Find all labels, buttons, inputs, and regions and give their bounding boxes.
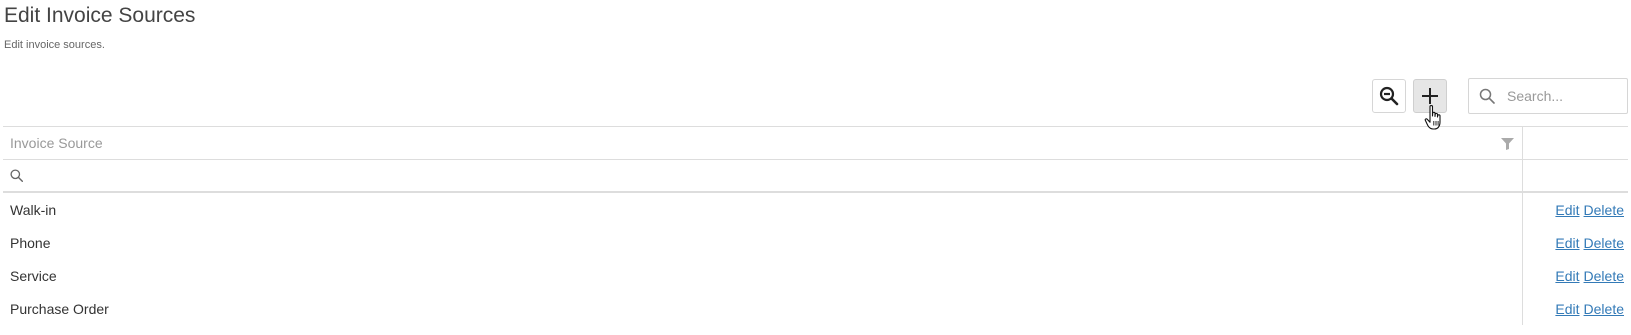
row-actions: Edit Delete	[1523, 259, 1628, 292]
search-input[interactable]	[1505, 87, 1619, 105]
grid-header-row: Invoice Source	[3, 127, 1628, 160]
invoice-source-cell: Phone	[3, 226, 1523, 259]
search-box	[1468, 78, 1628, 114]
search-icon	[10, 169, 23, 182]
edit-link[interactable]: Edit	[1555, 301, 1579, 317]
table-row: Phone Edit Delete	[3, 226, 1628, 259]
delete-link[interactable]: Delete	[1584, 301, 1624, 317]
grid-filter-row	[3, 160, 1628, 193]
row-actions: Edit Delete	[1523, 193, 1628, 226]
zoom-out-button[interactable]	[1372, 79, 1406, 113]
edit-link[interactable]: Edit	[1555, 235, 1579, 251]
filter-cell-invoice-source[interactable]	[3, 160, 1523, 191]
add-button[interactable]	[1413, 79, 1447, 113]
column-header-invoice-source[interactable]: Invoice Source	[3, 127, 1523, 159]
table-row: Walk-in Edit Delete	[3, 193, 1628, 226]
column-header-actions	[1523, 127, 1628, 159]
delete-link[interactable]: Delete	[1584, 202, 1624, 218]
edit-link[interactable]: Edit	[1555, 268, 1579, 284]
grid-toolbar	[1372, 78, 1454, 114]
edit-link[interactable]: Edit	[1555, 202, 1579, 218]
table-row: Purchase Order Edit Delete	[3, 292, 1628, 325]
table-row: Service Edit Delete	[3, 259, 1628, 292]
invoice-source-cell: Purchase Order	[3, 292, 1523, 325]
search-icon	[1479, 87, 1497, 105]
row-actions: Edit Delete	[1523, 292, 1628, 325]
page-title: Edit Invoice Sources	[4, 4, 196, 27]
filter-cell-actions	[1523, 160, 1628, 191]
zoom-out-icon	[1379, 86, 1399, 106]
filter-icon[interactable]	[1501, 138, 1514, 150]
row-actions: Edit Delete	[1523, 226, 1628, 259]
invoice-source-cell: Walk-in	[3, 193, 1523, 226]
invoice-sources-grid: Invoice Source Walk-in Edit Delete Phone…	[3, 126, 1628, 325]
delete-link[interactable]: Delete	[1584, 235, 1624, 251]
delete-link[interactable]: Delete	[1584, 268, 1624, 284]
column-header-label: Invoice Source	[10, 135, 103, 151]
plus-icon	[1422, 88, 1438, 104]
invoice-source-cell: Service	[3, 259, 1523, 292]
page-subtitle: Edit invoice sources.	[4, 39, 105, 51]
